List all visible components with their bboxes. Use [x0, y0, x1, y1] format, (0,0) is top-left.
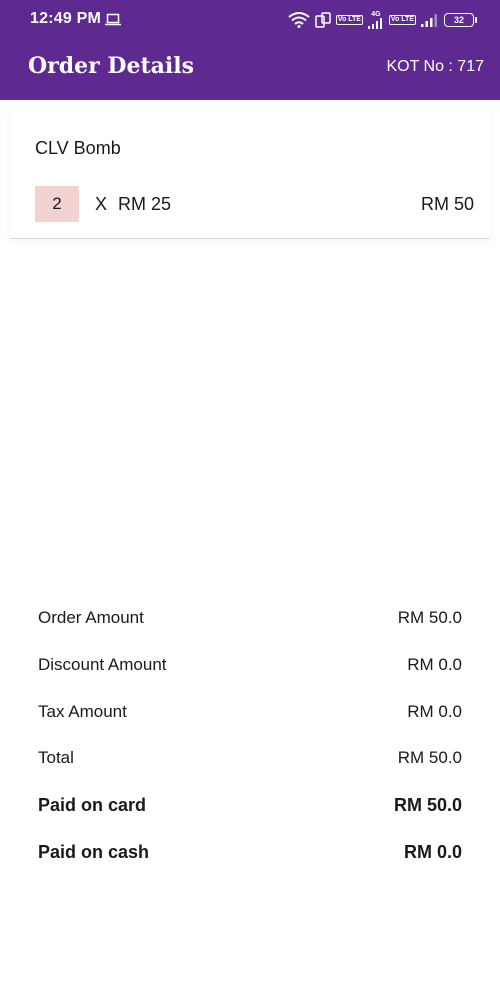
screen-rotate-icon: [315, 12, 331, 28]
total-label: Total: [38, 748, 74, 768]
item-unit-price: RM 25: [118, 194, 172, 214]
summary-row-tax-amount: Tax Amount RM 0.0: [38, 690, 462, 737]
multiply-sign: X: [95, 194, 108, 214]
volte-badge-1: Vo LTE: [335, 15, 363, 25]
page-title: Order Details: [28, 53, 194, 79]
paid-on-card-value: RM 50.0: [393, 795, 462, 816]
kot-number: KOT No : 717: [386, 58, 484, 75]
discount-amount-value: RM 0.0: [407, 654, 462, 674]
order-summary: Order Amount RM 50.0 Discount Amount RM …: [38, 596, 462, 877]
summary-row-order-amount: Order Amount RM 50.0: [38, 596, 462, 643]
signal-icon: [367, 18, 382, 29]
order-item-card[interactable]: CLV Bomb 2 X RM 25 RM 50: [10, 100, 490, 239]
item-line-total: RM 50: [420, 194, 474, 214]
item-quantity: 2: [35, 186, 79, 222]
tax-amount-value: RM 0.0: [407, 701, 462, 721]
network-type: 4G: [371, 11, 381, 18]
status-time: 12:49 PM: [30, 10, 101, 27]
order-details-screen: 12:49 PM Vo LTE 4G Vo LTE 32 Order Detai…: [0, 0, 500, 1000]
app-bar: Order Details KOT No : 717: [0, 40, 500, 100]
summary-row-paid-cash: Paid on cash RM 0.0: [38, 830, 462, 877]
paid-on-cash-value: RM 0.0: [403, 841, 462, 862]
summary-row-discount-amount: Discount Amount RM 0.0: [38, 643, 462, 690]
tax-amount-label: Tax Amount: [38, 701, 127, 721]
signal-1: 4G: [367, 11, 384, 29]
signal-icon: [421, 13, 437, 27]
order-amount-label: Order Amount: [38, 608, 144, 627]
paid-on-cash-label: Paid on cash: [38, 841, 150, 862]
total-value: RM 50.0: [397, 748, 462, 768]
battery-icon: 32: [444, 13, 477, 27]
item-name: CLV Bomb: [35, 138, 121, 158]
laptop-icon: [105, 13, 121, 26]
discount-amount-label: Discount Amount: [38, 654, 167, 674]
status-bar: 12:49 PM Vo LTE 4G Vo LTE 32: [0, 0, 500, 40]
summary-row-paid-card: Paid on card RM 50.0: [38, 783, 462, 830]
status-icons: Vo LTE 4G Vo LTE 32: [288, 10, 477, 30]
wifi-icon: [288, 12, 310, 28]
volte-badge-2: Vo LTE: [388, 15, 416, 25]
paid-on-card-label: Paid on card: [38, 795, 147, 816]
summary-row-total: Total RM 50.0: [38, 736, 462, 783]
order-amount-value: RM 50.0: [397, 608, 462, 627]
